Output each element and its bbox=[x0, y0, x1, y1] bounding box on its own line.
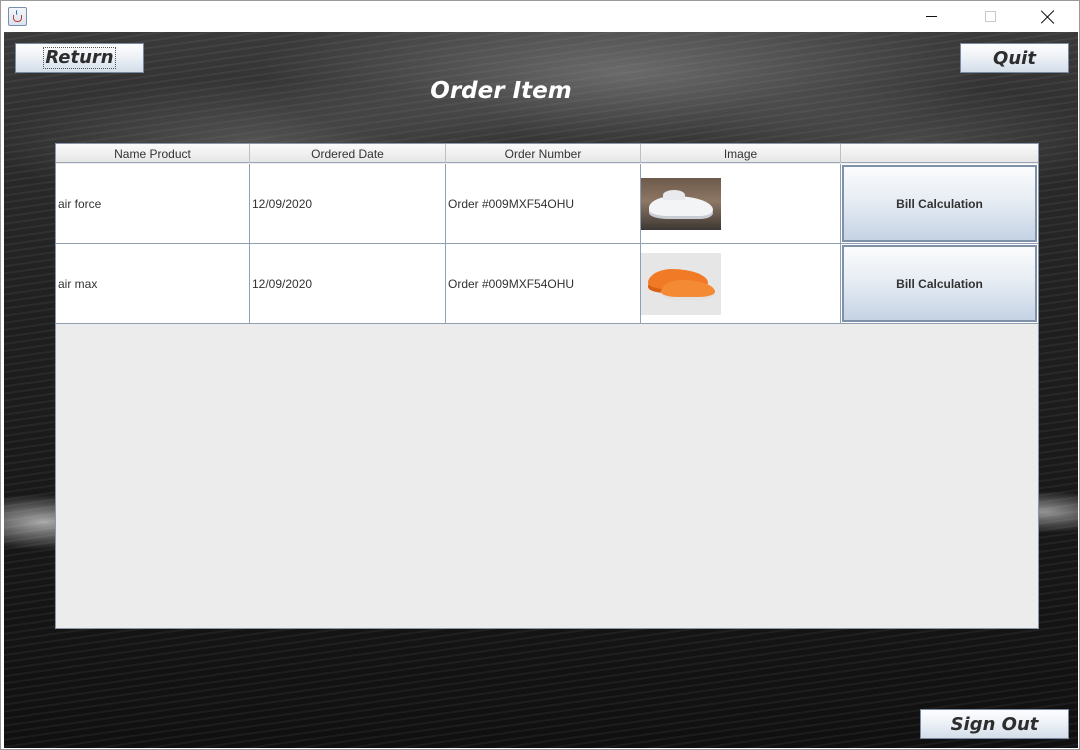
cell-ordered-date: 12/09/2020 bbox=[250, 164, 446, 243]
close-button[interactable] bbox=[1019, 1, 1077, 32]
app-window: Return Quit Order Item Name Product Orde… bbox=[0, 0, 1080, 750]
minimize-button[interactable] bbox=[902, 1, 960, 32]
maximize-button[interactable] bbox=[961, 1, 1019, 32]
cell-action: Bill Calculation bbox=[841, 164, 1038, 243]
column-header-order-number[interactable]: Order Number bbox=[446, 144, 641, 163]
bill-calculation-button[interactable]: Bill Calculation bbox=[842, 165, 1037, 242]
orders-table: Name Product Ordered Date Order Number I… bbox=[55, 143, 1039, 629]
cell-ordered-date: 12/09/2020 bbox=[250, 244, 446, 323]
return-label: Return bbox=[43, 47, 116, 69]
close-icon bbox=[1041, 10, 1055, 24]
column-header-name-product[interactable]: Name Product bbox=[56, 144, 250, 163]
maximize-icon bbox=[984, 11, 996, 22]
cell-image bbox=[641, 244, 841, 323]
table-row[interactable]: air max 12/09/2020 Order #009MXF54OHU Bi… bbox=[56, 244, 1038, 324]
table-header: Name Product Ordered Date Order Number I… bbox=[56, 144, 1038, 163]
java-app-icon bbox=[8, 7, 27, 26]
cell-order-number: Order #009MXF54OHU bbox=[446, 164, 641, 243]
title-bar[interactable] bbox=[1, 1, 1079, 32]
sign-out-button[interactable]: Sign Out bbox=[920, 709, 1069, 739]
cell-product-name: air max bbox=[56, 244, 250, 323]
column-header-action[interactable] bbox=[841, 144, 1038, 163]
minimize-icon bbox=[925, 16, 937, 17]
cell-image bbox=[641, 164, 841, 243]
column-header-ordered-date[interactable]: Ordered Date bbox=[250, 144, 446, 163]
cell-action: Bill Calculation bbox=[841, 244, 1038, 323]
cell-product-name: air force bbox=[56, 164, 250, 243]
orange-sneaker-image bbox=[641, 252, 721, 315]
column-header-image[interactable]: Image bbox=[641, 144, 841, 163]
white-sneaker-image bbox=[641, 177, 721, 230]
bill-calculation-button[interactable]: Bill Calculation bbox=[842, 245, 1037, 322]
quit-button[interactable]: Quit bbox=[960, 43, 1069, 73]
page-title: Order Item bbox=[430, 78, 572, 104]
table-row[interactable]: air force 12/09/2020 Order #009MXF54OHU … bbox=[56, 164, 1038, 244]
return-button[interactable]: Return bbox=[15, 43, 144, 73]
cell-order-number: Order #009MXF54OHU bbox=[446, 244, 641, 323]
